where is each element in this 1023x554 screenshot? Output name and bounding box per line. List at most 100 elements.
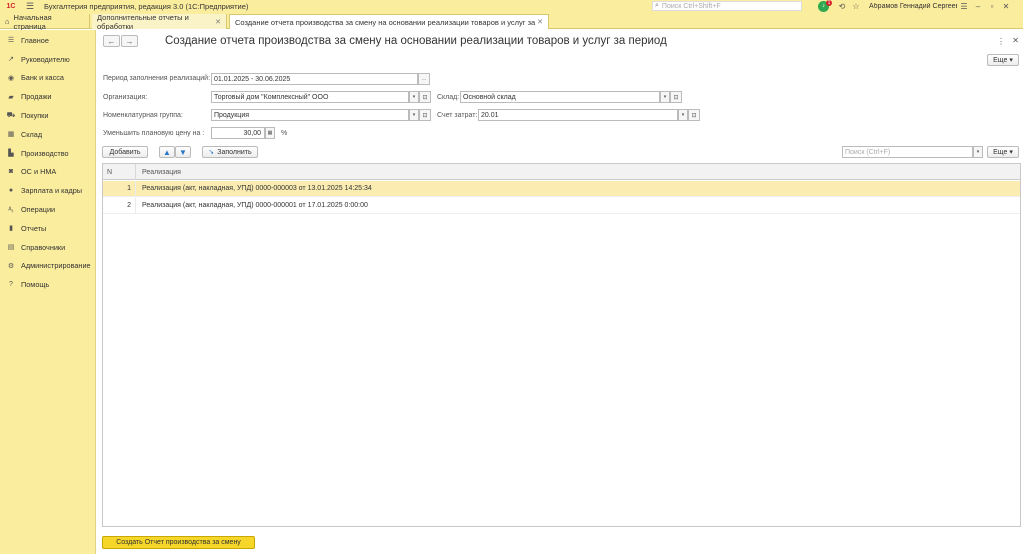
sidebar-item-salary[interactable]: ● Зарплата и кадры — [0, 181, 95, 200]
sidebar-item-label: Операции — [21, 205, 56, 215]
move-down-button[interactable]: ▼ — [175, 146, 191, 158]
organization-dropdown-button[interactable]: ▾ — [409, 91, 419, 103]
user-name[interactable]: Абрамов Геннадий Сергеевич — [869, 3, 957, 10]
cost-account-field[interactable]: 20.01 — [478, 109, 678, 121]
sidebar-item-director[interactable]: ↗ Руководителю — [0, 50, 95, 69]
tab-home-label: Начальная страница — [13, 12, 52, 31]
sidebar-item-label: Склад — [21, 129, 43, 139]
nomenclature-group-dropdown-button[interactable]: ▾ — [409, 109, 419, 121]
home-icon: ⌂ — [5, 17, 10, 26]
add-button[interactable]: Добавить — [102, 146, 148, 158]
sidebar-item-operations[interactable]: ᴬₜ Операции — [0, 200, 95, 219]
sidebar-item-production[interactable]: ▙ Производство — [0, 144, 95, 163]
sidebar-item-fixed-assets[interactable]: ◙ ОС и НМА — [0, 163, 95, 182]
cost-account-open-icon[interactable]: ⊡ — [688, 109, 700, 121]
sidebar-item-bank[interactable]: ◉ Банк и касса — [0, 69, 95, 88]
sidebar-item-label: Отчеты — [21, 223, 47, 233]
reduce-price-label: Уменьшить плановую цену на : — [103, 130, 205, 137]
warehouse-dropdown-button[interactable]: ▾ — [660, 91, 670, 103]
close-window-icon[interactable]: ✕ — [999, 2, 1013, 11]
settings-menu-icon[interactable]: ☰ — [957, 2, 971, 11]
table-more-button[interactable]: Еще ▾ — [987, 146, 1019, 158]
organization-open-icon[interactable]: ⊡ — [419, 91, 431, 103]
trend-icon: ↗ — [8, 56, 14, 64]
help-icon: ? — [9, 281, 13, 289]
create-production-report-button[interactable]: Создать Отчет производства за смену — [102, 536, 255, 549]
fill-label: Заполнить — [217, 148, 252, 156]
table-search-dropdown-button[interactable]: ▾ — [973, 146, 983, 158]
form-area: ← → Создание отчета производства за смен… — [97, 30, 1023, 554]
fill-icon: ➘ — [208, 149, 215, 156]
warehouse-label: Склад: — [437, 94, 460, 101]
sidebar-item-sales[interactable]: ▰ Продажи — [0, 87, 95, 106]
row-number: 2 — [103, 198, 136, 214]
warehouse-field[interactable]: Основной склад — [460, 91, 660, 103]
table-row[interactable]: 2 Реализация (акт, накладная, УПД) 0000-… — [103, 198, 1020, 214]
sections-sidebar: ☰ Главное ↗ Руководителю ◉ Банк и касса ▰ Пр… — [0, 30, 96, 554]
sidebar-item-label: Покупки — [21, 111, 49, 121]
table-row[interactable]: 1 Реализация (акт, накладная, УПД) 0000-… — [103, 181, 1020, 197]
table-search-input[interactable]: Поиск (Ctrl+F) — [842, 146, 973, 158]
nomenclature-group-open-icon[interactable]: ⊡ — [419, 109, 431, 121]
warehouse-open-icon[interactable]: ⊡ — [670, 91, 682, 103]
main-menu-icon[interactable]: ☰ — [22, 1, 38, 12]
reduce-price-field[interactable]: 30,00 — [211, 127, 265, 139]
close-form-icon[interactable]: ✕ — [1012, 36, 1019, 45]
nomenclature-group-field[interactable]: Продукция — [211, 109, 409, 121]
restore-icon[interactable]: ▫ — [985, 2, 999, 11]
sidebar-item-main[interactable]: ☰ Главное — [0, 31, 95, 50]
favorites-star-icon[interactable]: ☆ — [849, 2, 863, 11]
sidebar-item-label: ОС и НМА — [21, 167, 57, 177]
close-tab-icon[interactable]: ✕ — [537, 18, 543, 26]
cost-account-dropdown-button[interactable]: ▾ — [678, 109, 688, 121]
gear-icon: ⚙ — [7, 262, 15, 270]
title-bar: 1С ☰ Бухгалтерия предприятия, редакция 3… — [0, 0, 1023, 12]
period-label: Период заполнения реализаций: — [103, 75, 211, 82]
minimize-icon[interactable]: – — [971, 2, 985, 11]
form-more-button[interactable]: Еще ▾ — [987, 54, 1019, 66]
open-tabs-bar: ⌂ Начальная страница Дополнительные отче… — [0, 12, 1023, 31]
arrow-right-icon: → — [125, 36, 134, 46]
close-tab-icon[interactable]: ✕ — [215, 18, 221, 26]
calculator-icon[interactable]: ▦ — [265, 127, 275, 139]
move-up-button[interactable]: ▲ — [159, 146, 175, 158]
arrow-up-icon: ▲ — [163, 147, 171, 157]
page-title: Создание отчета производства за смену на… — [165, 35, 667, 47]
organization-field[interactable]: Торговый дом "Комплексный" ООО — [211, 91, 409, 103]
percent-sign: % — [281, 130, 288, 137]
coins-icon: ◉ — [7, 74, 15, 82]
global-search-input[interactable]: ⌕ Поиск Ctrl+Shift+F — [652, 1, 802, 11]
sidebar-item-label: Руководителю — [21, 54, 70, 64]
tab-home[interactable]: ⌂ Начальная страница — [0, 12, 90, 31]
tab-production-report[interactable]: Создание отчета производства за смену на… — [229, 14, 549, 29]
person-icon: ● — [8, 187, 14, 195]
app-logo: 1С — [6, 2, 16, 10]
row-realization[interactable]: Реализация (акт, накладная, УПД) 0000-00… — [137, 198, 368, 214]
column-header-n[interactable]: N — [103, 164, 136, 180]
cart-icon: ⛟ — [6, 112, 16, 120]
row-realization[interactable]: Реализация (акт, накладная, УПД) 0000-00… — [137, 181, 372, 197]
sidebar-item-label: Продажи — [21, 92, 52, 102]
forward-button[interactable]: → — [121, 35, 138, 47]
row-number: 1 — [103, 181, 136, 197]
sidebar-item-warehouse[interactable]: ▦ Склад — [0, 125, 95, 144]
back-button[interactable]: ← — [103, 35, 120, 47]
arrow-down-icon: ▼ — [179, 147, 187, 157]
notifications-bell-icon[interactable]: ♪ 1 — [818, 0, 832, 12]
sidebar-item-reports[interactable]: ▮ Отчеты — [0, 219, 95, 238]
sidebar-item-label: Производство — [21, 148, 69, 158]
sidebar-item-administration[interactable]: ⚙ Администрирование — [0, 257, 95, 276]
factory-icon: ▙ — [8, 150, 14, 158]
more-actions-icon[interactable]: ⋮ — [997, 37, 1005, 46]
sidebar-item-references[interactable]: ▤ Справочники — [0, 238, 95, 257]
column-header-realization[interactable]: Реализация — [137, 164, 181, 180]
organization-label: Организация: — [103, 94, 148, 101]
sidebar-item-help[interactable]: ? Помощь — [0, 275, 95, 294]
period-select-button[interactable]: … — [418, 73, 430, 85]
sidebar-item-purchases[interactable]: ⛟ Покупки — [0, 106, 95, 125]
realizations-table[interactable]: N Реализация 1 Реализация (акт, накладна… — [102, 163, 1021, 527]
period-field[interactable]: 01.01.2025 - 30.06.2025 — [211, 73, 418, 85]
tab-additional-reports[interactable]: Дополнительные отчеты и обработки ✕ — [92, 13, 227, 31]
fill-button[interactable]: ➘ Заполнить — [202, 146, 258, 158]
history-icon[interactable]: ⟲ — [835, 2, 849, 11]
